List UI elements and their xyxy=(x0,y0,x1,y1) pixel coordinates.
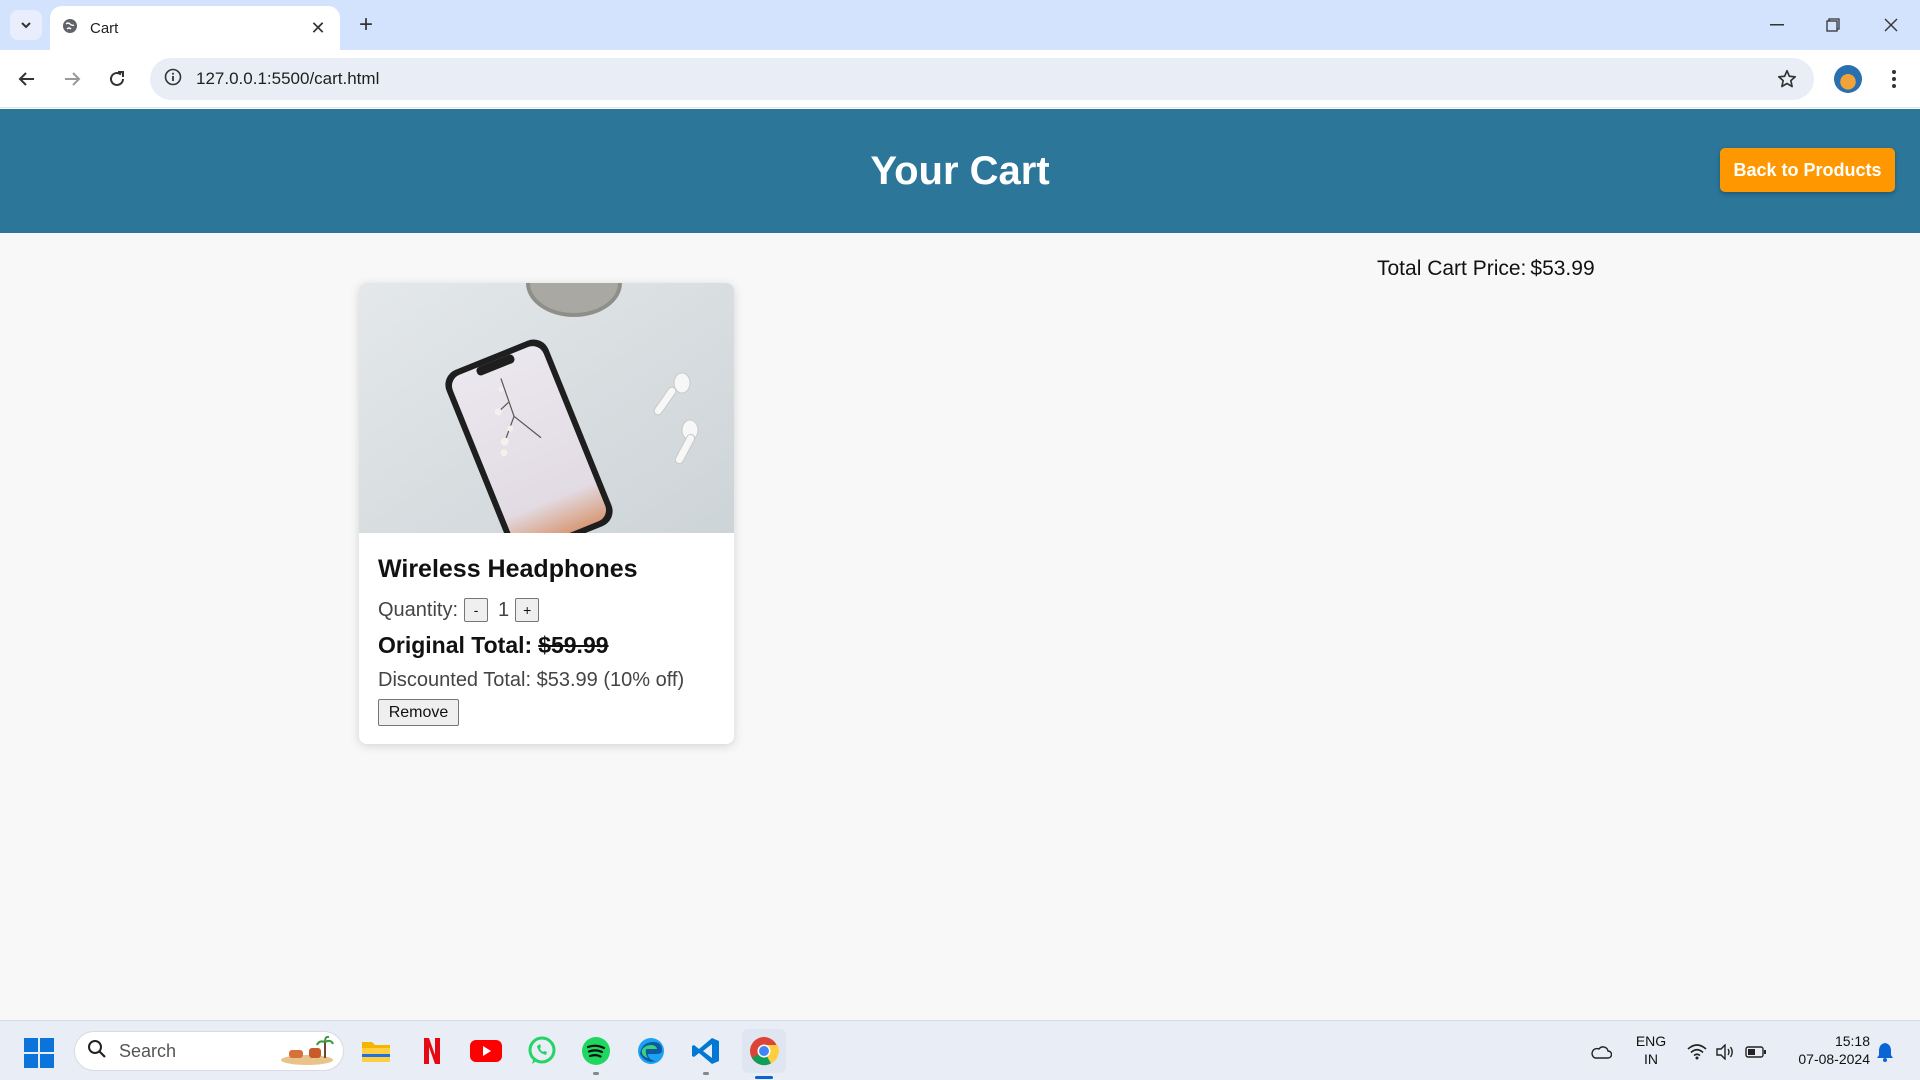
increment-quantity-button[interactable]: + xyxy=(515,598,540,622)
forward-arrow-icon[interactable] xyxy=(57,64,87,94)
profile-avatar[interactable] xyxy=(1834,65,1862,93)
edge-icon[interactable] xyxy=(633,1033,669,1069)
taskbar-search[interactable]: Search xyxy=(74,1031,344,1071)
youtube-icon[interactable] xyxy=(468,1033,504,1069)
windows-start-icon[interactable] xyxy=(24,1038,54,1068)
quantity-control: Quantity: - 1 + xyxy=(378,598,540,622)
search-highlight-illustration xyxy=(279,1035,335,1066)
running-indicator xyxy=(593,1072,599,1075)
remove-button[interactable]: Remove xyxy=(378,699,459,726)
url-text: 127.0.0.1:5500/cart.html xyxy=(196,69,380,88)
whatsapp-icon[interactable] xyxy=(524,1033,560,1069)
original-price: $59.99 xyxy=(538,632,609,658)
cart-total-value: $53.99 xyxy=(1530,257,1595,280)
onedrive-icon[interactable] xyxy=(1590,1042,1612,1062)
product-image xyxy=(359,283,734,533)
address-bar[interactable]: 127.0.0.1:5500/cart.html xyxy=(150,58,1814,100)
star-icon[interactable] xyxy=(1776,68,1798,95)
clock-time: 15:18 xyxy=(1834,1033,1870,1049)
running-indicator xyxy=(703,1072,709,1075)
globe-icon xyxy=(62,18,78,39)
product-name: Wireless Headphones xyxy=(378,555,638,583)
back-to-products-button[interactable]: Back to Products xyxy=(1720,148,1895,192)
search-placeholder: Search xyxy=(119,1040,177,1061)
decrement-quantity-button[interactable]: - xyxy=(464,598,489,622)
tab-title: Cart xyxy=(90,19,119,37)
site-info-icon[interactable] xyxy=(164,68,182,91)
cart-item-card: Wireless Headphones Quantity: - 1 + Orig… xyxy=(359,283,734,744)
more-menu-icon[interactable] xyxy=(1880,65,1908,93)
language-code: ENG xyxy=(1635,1033,1667,1049)
plus-icon[interactable]: + xyxy=(352,11,380,39)
active-indicator xyxy=(755,1076,773,1079)
reload-icon[interactable] xyxy=(102,64,132,94)
cart-total: Total Cart Price: $53.99 xyxy=(1377,257,1595,281)
close-icon[interactable]: ✕ xyxy=(308,18,328,39)
file-explorer-icon[interactable] xyxy=(358,1033,394,1069)
vscode-icon[interactable] xyxy=(688,1033,724,1075)
page-header: Your Cart Back to Products xyxy=(0,109,1920,233)
chrome-icon[interactable] xyxy=(742,1029,786,1079)
region-code: IN xyxy=(1644,1051,1658,1067)
clock-date: 07-08-2024 xyxy=(1798,1051,1870,1067)
cart-page: Your Cart Back to Products Total Cart Pr… xyxy=(0,109,1920,1020)
window-close-icon[interactable] xyxy=(1876,12,1906,38)
browser-toolbar: 127.0.0.1:5500/cart.html xyxy=(0,50,1920,108)
notification-bell-icon[interactable] xyxy=(1874,1042,1896,1062)
volume-icon[interactable] xyxy=(1714,1042,1736,1062)
spotify-icon[interactable] xyxy=(578,1033,614,1075)
windows-taskbar: Search ENG IN 15:18 07-08-2024 xyxy=(0,1020,1920,1080)
search-icon xyxy=(87,1039,107,1064)
language-indicator[interactable]: ENG IN xyxy=(1630,1032,1672,1068)
cart-total-label: Total Cart Price: xyxy=(1377,257,1527,280)
original-total: Original Total: $59.99 xyxy=(378,632,609,659)
tab-search-icon[interactable] xyxy=(10,10,42,40)
clock[interactable]: 15:18 07-08-2024 xyxy=(1780,1032,1870,1068)
browser-tab-strip: Cart ✕ + xyxy=(0,0,1920,50)
restore-icon[interactable] xyxy=(1818,12,1848,38)
quantity-label: Quantity: xyxy=(378,598,459,621)
back-arrow-icon[interactable] xyxy=(12,64,42,94)
browser-tab[interactable]: Cart ✕ xyxy=(50,6,340,50)
quantity-value: 1 xyxy=(498,598,510,621)
minimize-icon[interactable] xyxy=(1762,12,1792,38)
wifi-icon[interactable] xyxy=(1686,1042,1708,1062)
original-total-label: Original Total: xyxy=(378,632,533,658)
netflix-icon[interactable] xyxy=(414,1033,450,1069)
discounted-total: Discounted Total: $53.99 (10% off) xyxy=(378,669,685,691)
battery-icon[interactable] xyxy=(1745,1042,1767,1062)
page-title: Your Cart xyxy=(870,149,1050,193)
